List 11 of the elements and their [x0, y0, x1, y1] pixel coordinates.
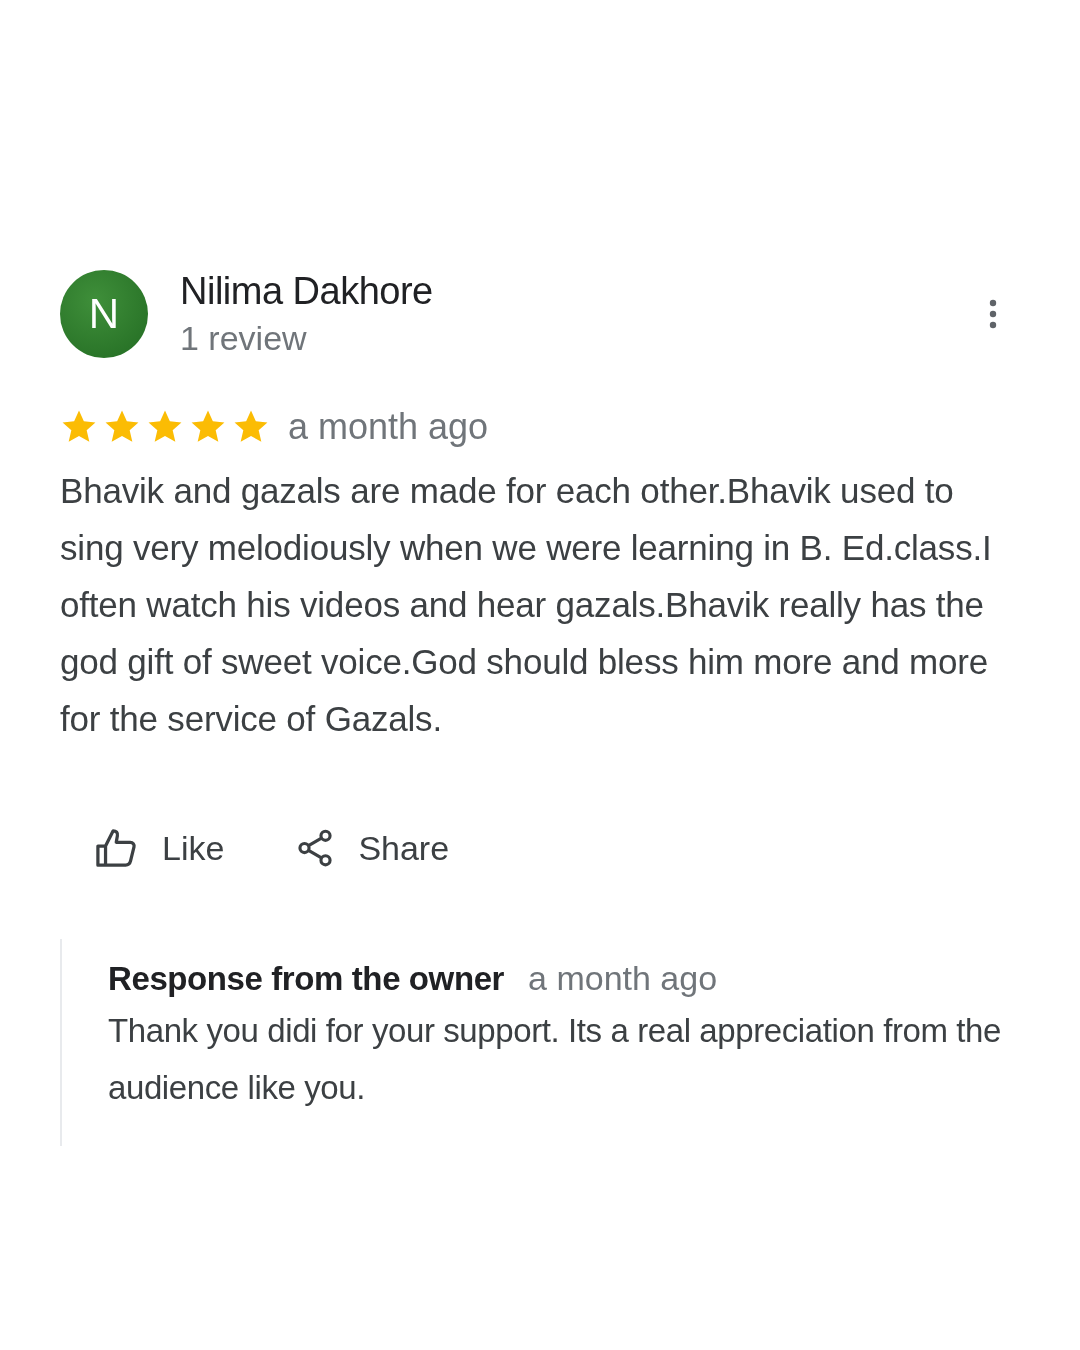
response-title: Response from the owner [108, 960, 505, 998]
avatar[interactable]: N [60, 270, 148, 358]
review-count: 1 review [180, 319, 308, 358]
response-time: a month ago [528, 959, 718, 998]
reviewer-name[interactable]: Nilima Dakhore [180, 270, 988, 313]
response-text: Thank you didi for your support. Its a real appreciation from the audience like you. [108, 1011, 1002, 1108]
share-button[interactable]: Share [294, 827, 450, 869]
more-options-icon[interactable] [988, 298, 998, 330]
like-button[interactable]: Like [94, 827, 225, 869]
review-text: Bhavik and gazals are made for each other.Bhavik used to sing very melodiously when we were learning in B. Ed.class.I often watch his videos and hear gazals.Bhavik really has the god gift of sweet voice.God should bless him more and more for the service of Gazals. [60, 470, 993, 740]
review-time: a month ago [288, 406, 489, 448]
